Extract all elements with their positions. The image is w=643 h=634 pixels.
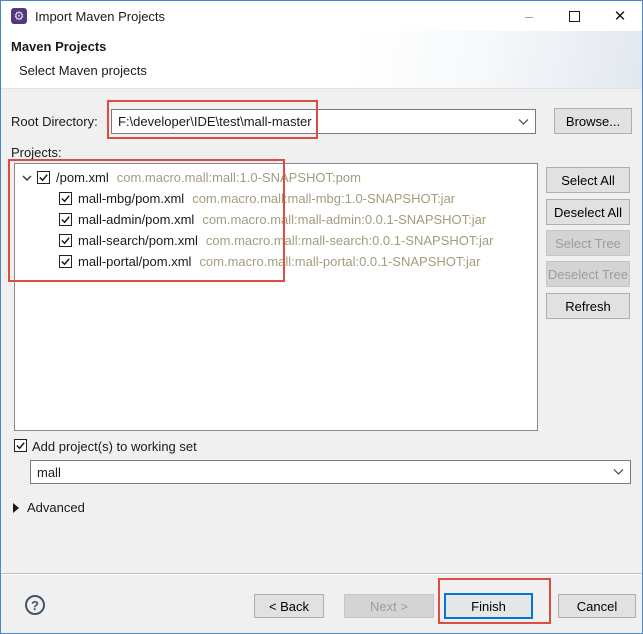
- tree-item-label: mall-portal/pom.xml: [78, 254, 191, 269]
- advanced-expander-icon[interactable]: [13, 503, 19, 513]
- help-icon[interactable]: ?: [25, 595, 45, 615]
- tree-checkbox[interactable]: [59, 255, 72, 268]
- tree-checkbox[interactable]: [59, 213, 72, 226]
- tree-row-mall-search[interactable]: mall-search/pom.xml com.macro.mall:mall-…: [15, 230, 537, 251]
- tree-item-label: mall-search/pom.xml: [78, 233, 198, 248]
- tree-item-coords: com.macro.mall:mall-mbg:1.0-SNAPSHOT:jar: [192, 191, 455, 206]
- cancel-button[interactable]: Cancel: [558, 594, 636, 618]
- tree-row-mall-mbg[interactable]: mall-mbg/pom.xml com.macro.mall:mall-mbg…: [15, 188, 537, 209]
- close-button[interactable]: ✕: [600, 1, 640, 31]
- tree-item-coords: com.macro.mall:mall-search:0.0.1-SNAPSHO…: [206, 233, 494, 248]
- maven-m2e-gear-icon: ⚙: [11, 8, 27, 24]
- browse-button[interactable]: Browse...: [554, 108, 632, 134]
- deselect-all-button[interactable]: Deselect All: [546, 199, 630, 225]
- finish-button[interactable]: Finish: [444, 593, 533, 619]
- tree-item-coords: com.macro.mall:mall-admin:0.0.1-SNAPSHOT…: [202, 212, 486, 227]
- chevron-down-icon[interactable]: [518, 118, 529, 125]
- root-directory-label: Root Directory:: [11, 114, 98, 129]
- minimize-button[interactable]: –: [509, 1, 549, 31]
- refresh-button[interactable]: Refresh: [546, 293, 630, 319]
- working-set-checkbox[interactable]: [14, 439, 27, 452]
- footer-separator: [1, 573, 642, 575]
- tree-checkbox[interactable]: [37, 171, 50, 184]
- tree-row-pom[interactable]: /pom.xml com.macro.mall:mall:1.0-SNAPSHO…: [15, 167, 537, 188]
- tree-item-label: mall-admin/pom.xml: [78, 212, 194, 227]
- wizard-banner: Maven Projects Select Maven projects: [1, 31, 642, 89]
- working-set-label[interactable]: Add project(s) to working set: [32, 439, 197, 454]
- working-set-combo[interactable]: mall: [30, 460, 631, 484]
- tree-row-mall-admin[interactable]: mall-admin/pom.xml com.macro.mall:mall-a…: [15, 209, 537, 230]
- project-tree[interactable]: /pom.xml com.macro.mall:mall:1.0-SNAPSHO…: [14, 163, 538, 431]
- maximize-button[interactable]: [554, 1, 594, 31]
- page-title: Maven Projects: [11, 39, 106, 54]
- select-tree-button: Select Tree: [546, 230, 630, 256]
- chevron-down-icon[interactable]: [613, 469, 624, 476]
- tree-item-label: mall-mbg/pom.xml: [78, 191, 184, 206]
- next-button: Next >: [344, 594, 434, 618]
- tree-item-coords: com.macro.mall:mall-portal:0.0.1-SNAPSHO…: [199, 254, 480, 269]
- tree-checkbox[interactable]: [59, 192, 72, 205]
- maximize-icon: [569, 11, 580, 22]
- tree-item-label: /pom.xml: [56, 170, 109, 185]
- page-subtitle: Select Maven projects: [19, 63, 147, 78]
- back-button[interactable]: < Back: [254, 594, 324, 618]
- projects-label: Projects:: [11, 145, 62, 160]
- working-set-value: mall: [37, 465, 61, 480]
- window-title: Import Maven Projects: [35, 1, 165, 31]
- tree-row-mall-portal[interactable]: mall-portal/pom.xml com.macro.mall:mall-…: [15, 251, 537, 272]
- advanced-label[interactable]: Advanced: [27, 500, 85, 515]
- tree-item-coords: com.macro.mall:mall:1.0-SNAPSHOT:pom: [117, 170, 361, 185]
- root-directory-combo[interactable]: F:\developer\IDE\test\mall-master: [111, 109, 536, 134]
- root-directory-value: F:\developer\IDE\test\mall-master: [118, 114, 312, 129]
- title-bar: ⚙ Import Maven Projects – ✕: [1, 1, 642, 31]
- import-maven-projects-dialog: ⚙ Import Maven Projects – ✕ Maven Projec…: [0, 0, 643, 634]
- tree-expander-icon[interactable]: [20, 174, 34, 182]
- deselect-tree-button: Deselect Tree: [546, 261, 630, 287]
- tree-checkbox[interactable]: [59, 234, 72, 247]
- select-all-button[interactable]: Select All: [546, 167, 630, 193]
